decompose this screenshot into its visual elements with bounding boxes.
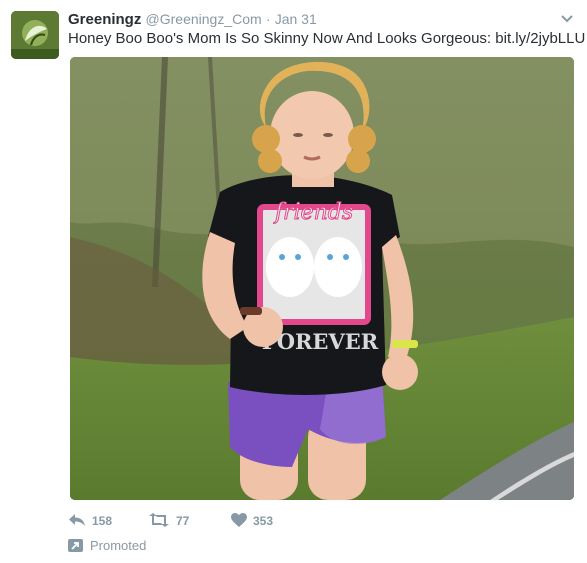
separator-dot: · [265, 11, 271, 27]
tweet-header: Greeningz @Greeningz_Com · Jan 31 [68, 9, 578, 29]
retweet-count: 77 [176, 514, 190, 528]
promoted-label: Promoted [90, 537, 147, 553]
promoted-badge: Promoted [68, 536, 146, 554]
greeningz-logo-icon [11, 11, 59, 59]
timestamp[interactable]: Jan 31 [275, 11, 317, 27]
like-button[interactable]: 353 [231, 511, 273, 531]
reply-icon [68, 513, 86, 530]
tweet-text: Honey Boo Boo's Mom Is So Skinny Now And… [68, 29, 585, 49]
avatar[interactable] [11, 11, 59, 59]
shirt-top-text: friends [273, 200, 353, 225]
retweet-icon [148, 512, 170, 530]
photo-girl-walking: friends FOREVER [70, 57, 574, 500]
tweet-link[interactable]: bit.ly/2jybLLU [495, 30, 585, 47]
display-name[interactable]: Greeningz [68, 11, 141, 28]
promoted-icon [68, 538, 83, 552]
chevron-down-icon[interactable] [560, 9, 574, 29]
reply-count: 158 [92, 514, 113, 528]
tweet-image[interactable]: friends FOREVER [70, 57, 574, 500]
user-handle[interactable]: @Greeningz_Com [146, 11, 262, 27]
like-count: 353 [253, 514, 274, 528]
reply-button[interactable]: 158 [68, 511, 112, 531]
heart-icon [231, 512, 247, 530]
tweet-text-body: Honey Boo Boo's Mom Is So Skinny Now And… [68, 30, 496, 47]
retweet-button[interactable]: 77 [148, 511, 189, 531]
